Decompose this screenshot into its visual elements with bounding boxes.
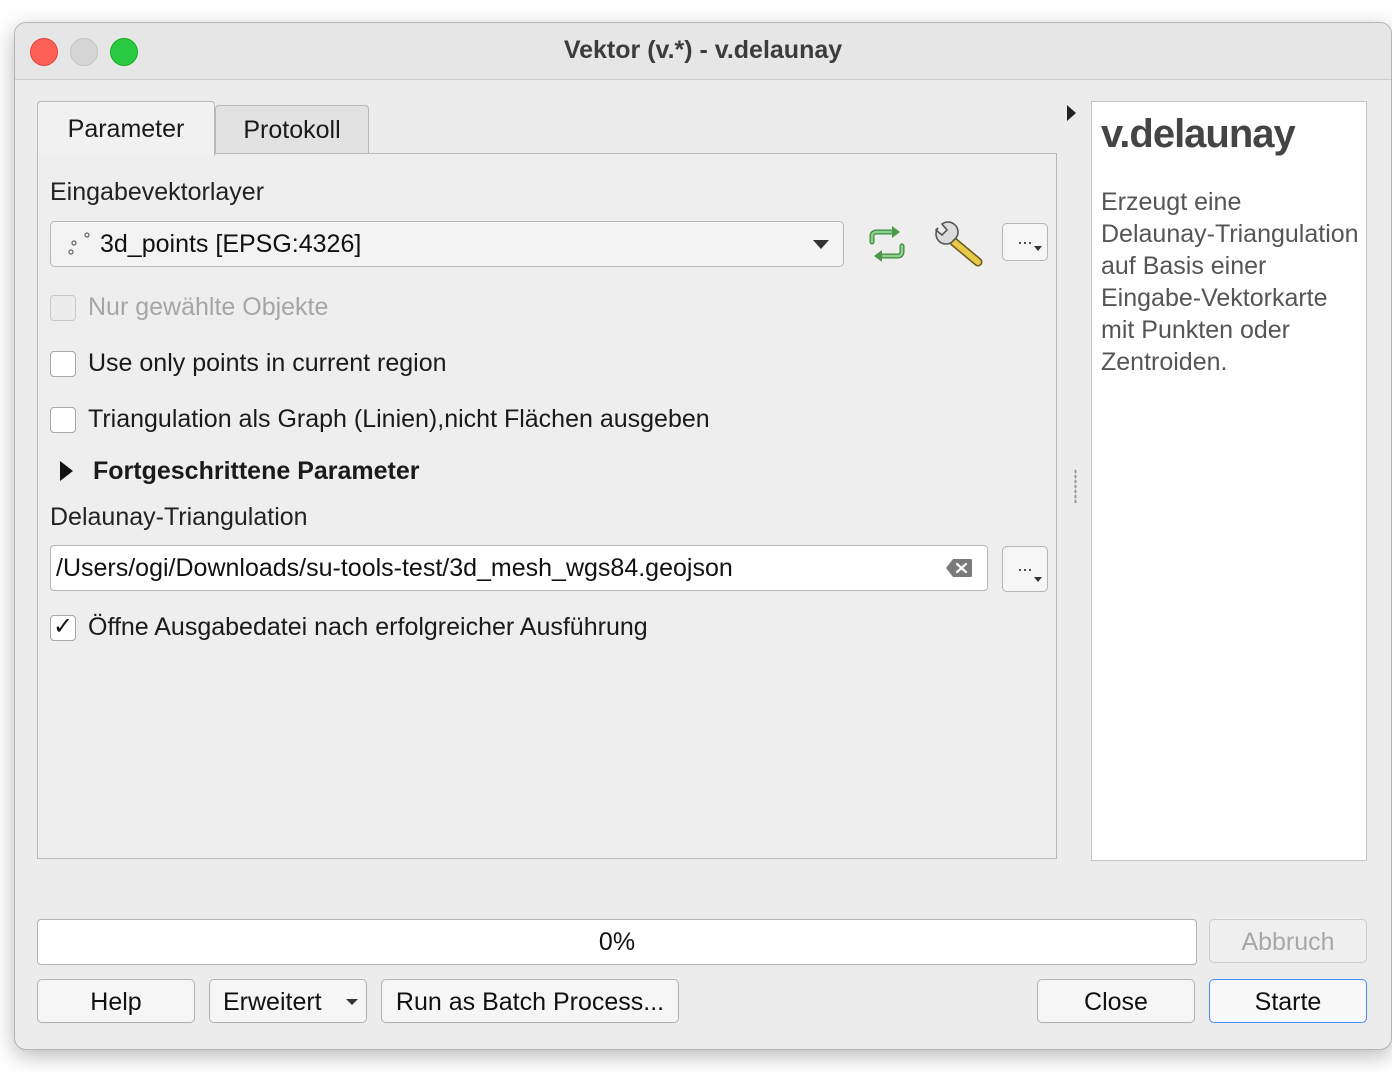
output-path-input[interactable]: /Users/ogi/Downloads/su-tools-test/3d_me… [50,545,988,591]
parameter-panel: Eingabevektorlayer 3d_points [EPSG:4326] [37,153,1057,859]
selected-only-checkbox[interactable] [50,295,76,321]
close-button[interactable]: Close [1037,979,1195,1023]
help-panel: v.delaunay Erzeugt eine Delaunay-Triangu… [1091,101,1367,861]
graph-output-checkbox[interactable] [50,407,76,433]
help-description: Erzeugt eine Delaunay-Triangulation auf … [1101,188,1359,376]
more-label: ... [1017,228,1033,248]
chevron-down-icon [1034,246,1042,251]
chevron-down-icon [1034,577,1042,582]
checkmark-icon: ✓ [53,613,74,640]
output-label: Delaunay-Triangulation [50,503,308,531]
wrench-icon[interactable] [932,220,986,270]
clear-icon[interactable] [945,558,973,578]
help-title: v.delaunay [1101,112,1296,156]
input-layer-select[interactable]: 3d_points [EPSG:4326] [50,221,844,267]
current-region-label: Use only points in current region [88,349,447,377]
output-path-value: /Users/ogi/Downloads/su-tools-test/3d_me… [56,554,733,582]
expand-triangle-icon[interactable] [60,461,73,481]
advanced-dropdown-button[interactable]: Erweitert [209,979,367,1023]
input-layer-value: 3d_points [EPSG:4326] [100,230,362,258]
batch-process-button[interactable]: Run as Batch Process... [381,979,679,1023]
dialog-window: Vektor (v.*) - v.delaunay Parameter Prot… [14,22,1392,1050]
open-output-label: Öffne Ausgabedatei nach erfolgreicher Au… [88,613,648,641]
splitter-handle[interactable] [1074,469,1077,503]
help-button[interactable]: Help [37,979,195,1023]
chevron-down-icon [813,240,829,249]
tab-parameter[interactable]: Parameter [37,101,215,156]
progress-bar: 0% [37,919,1197,965]
selected-only-label: Nur gewählte Objekte [88,293,329,321]
more-label: ... [1017,555,1033,575]
iterate-icon[interactable] [864,224,910,264]
input-layer-label: Eingabevektorlayer [50,178,265,206]
title-bar: Vektor (v.*) - v.delaunay [15,23,1391,80]
input-layer-more-button[interactable]: ... [1002,223,1048,261]
window-title: Vektor (v.*) - v.delaunay [563,36,843,64]
start-button[interactable]: Starte [1209,979,1367,1023]
tab-protokoll[interactable]: Protokoll [215,105,369,154]
point-layer-icon [68,232,90,255]
output-more-button[interactable]: ... [1002,546,1048,592]
graph-output-label: Triangulation als Graph (Linien),nicht F… [88,405,710,433]
collapse-help-icon[interactable] [1067,105,1076,121]
current-region-checkbox[interactable] [50,351,76,377]
cancel-button[interactable]: Abbruch [1209,919,1367,963]
advanced-parameters-toggle[interactable]: Fortgeschrittene Parameter [93,457,420,486]
open-output-checkbox[interactable]: ✓ [50,613,76,641]
chevron-down-icon [346,999,358,1005]
advanced-button-label: Erweitert [223,988,322,1016]
